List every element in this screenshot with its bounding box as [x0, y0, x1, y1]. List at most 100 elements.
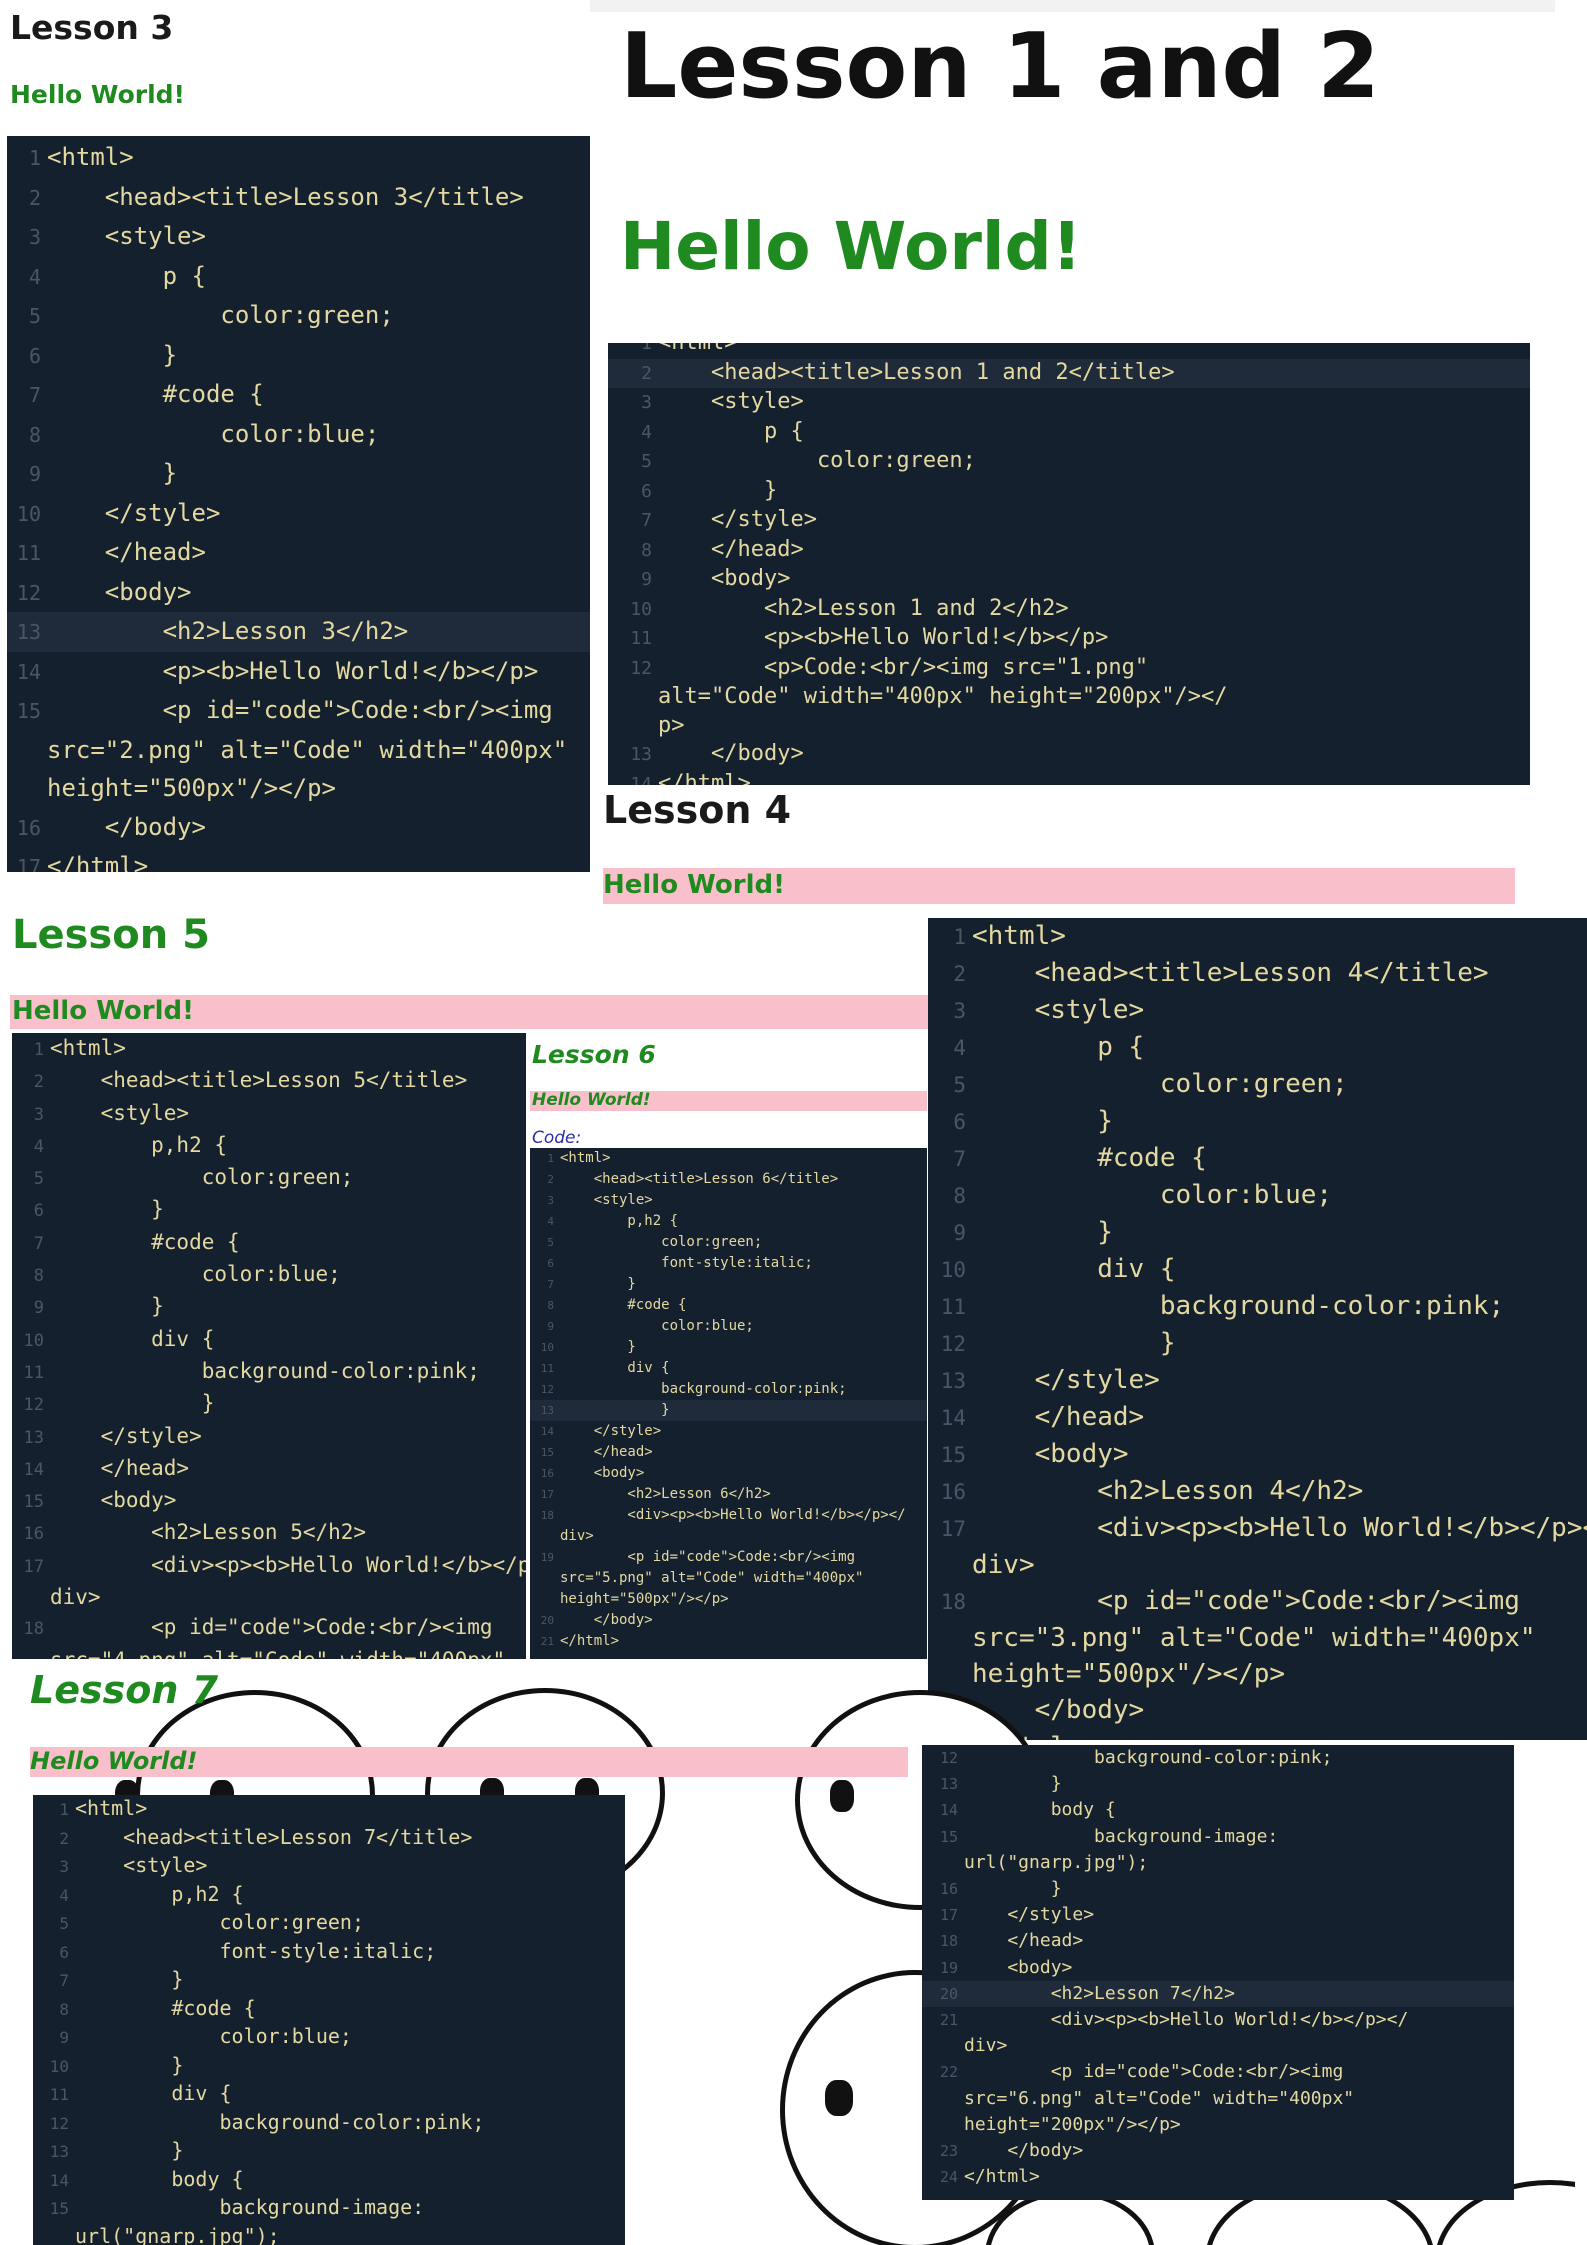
- code-line: 17 </style>: [922, 1902, 1514, 1928]
- code-line: 18 <p id="code">Code:<br/><img: [12, 1612, 526, 1644]
- line-number: 20: [939, 1984, 958, 2003]
- line-number: 2: [28, 185, 41, 210]
- code-text: color:blue;: [560, 1318, 754, 1334]
- code-text: div>: [50, 1585, 101, 1610]
- code-line: 4 p {: [7, 257, 590, 297]
- code-text: </html>: [658, 770, 751, 786]
- code-line: 4 p {: [928, 1029, 1587, 1066]
- code-text: <p id="code">Code:<br/><img: [50, 1615, 493, 1640]
- line-number: 14: [939, 1801, 958, 1820]
- lesson7-hello-world: Hello World!: [30, 1747, 198, 1775]
- code-line: 12 background-color:pink;: [530, 1379, 927, 1400]
- code-text: color:blue;: [75, 2024, 352, 2048]
- code-line: 13 </style>: [12, 1421, 526, 1453]
- code-text: <body>: [560, 1465, 645, 1481]
- code-text: </body>: [47, 812, 206, 841]
- code-line: 15 </head>: [530, 1442, 927, 1463]
- code-line: 16 </body>: [7, 808, 590, 848]
- code-line: 13 }: [922, 1771, 1514, 1797]
- code-line: 11 <p><b>Hello World!</b></p>: [608, 624, 1530, 654]
- line-number: 10: [540, 1341, 554, 1354]
- code-text: <div><p><b>Hello World!</b></p></: [972, 1513, 1587, 1543]
- line-number: 10: [16, 501, 41, 526]
- code-text: <html>: [47, 143, 134, 171]
- code-line: height="500px"/></p>: [530, 1589, 927, 1610]
- code-text: }: [75, 2138, 184, 2162]
- code-text: color:blue;: [972, 1180, 1333, 1210]
- code-text: <style>: [47, 222, 206, 250]
- line-number: 14: [630, 773, 652, 786]
- code-line: 16 <h2>Lesson 5</h2>: [12, 1517, 526, 1549]
- line-number: 14: [940, 1406, 966, 1430]
- lesson3-hello-world: Hello World!: [10, 80, 185, 109]
- code-text: color:green;: [658, 448, 976, 473]
- code-text: p {: [972, 1032, 1145, 1062]
- code-line: 10 </style>: [7, 494, 590, 534]
- line-number: 21: [939, 2011, 958, 2030]
- line-number: 16: [23, 1524, 44, 1545]
- code-text: <body>: [50, 1488, 177, 1513]
- code-line: 15 background-image:: [922, 1824, 1514, 1850]
- code-text: div>: [972, 1550, 1035, 1580]
- code-line: 7 #code {: [928, 1140, 1587, 1177]
- code-text: </html>: [964, 2166, 1040, 2188]
- code-text: }: [47, 459, 178, 487]
- line-number: 4: [33, 1136, 44, 1157]
- lesson12-header-strip: [590, 0, 1555, 12]
- code-line: div>: [530, 1526, 927, 1547]
- code-text: p,h2 {: [50, 1132, 228, 1157]
- code-text: <p id="code">Code:<br/><img: [560, 1549, 856, 1565]
- code-line: 8 </head>: [608, 536, 1530, 566]
- code-line: 21 </html>: [530, 1631, 927, 1652]
- code-line: 9 <body>: [608, 565, 1530, 595]
- code-text: src="3.png" alt="Code" width="400px": [972, 1623, 1536, 1653]
- code-text: body {: [75, 2166, 244, 2191]
- code-line: 3 <style>: [608, 388, 1530, 418]
- line-number: 16: [940, 1480, 966, 1504]
- code-text: </body>: [964, 2140, 1084, 2162]
- code-text: background-image:: [75, 2195, 425, 2219]
- code-text: <style>: [50, 1100, 190, 1125]
- line-number: 24: [939, 2168, 958, 2187]
- line-number: 3: [59, 1857, 69, 1876]
- line-number: 3: [547, 1194, 554, 1207]
- code-line: 7 </style>: [608, 506, 1530, 536]
- code-text: src="2.png" alt="Code" width="400px": [47, 735, 568, 764]
- code-text: p,h2 {: [560, 1213, 679, 1229]
- lesson6-title: Lesson 6: [532, 1040, 656, 1069]
- code-line: 2 <head><title>Lesson 5</title>: [12, 1065, 526, 1097]
- code-line: 14 </style>: [530, 1421, 927, 1442]
- code-line: 10 div {: [928, 1251, 1587, 1288]
- line-number: 23: [939, 2142, 958, 2161]
- line-number: 16: [540, 1467, 554, 1480]
- line-number: 1: [547, 1152, 554, 1165]
- code-line: 6 }: [608, 477, 1530, 507]
- line-number: 17: [940, 1517, 966, 1541]
- code-text: <h2>Lesson 6</h2>: [560, 1486, 771, 1502]
- code-line: div>: [922, 2033, 1514, 2059]
- code-line: 18 <div><p><b>Hello World!</b></p></: [530, 1505, 927, 1526]
- code-text: }: [964, 1773, 1062, 1795]
- line-number: 12: [630, 657, 652, 679]
- code-text: p {: [658, 418, 804, 444]
- code-line: 1 <html>: [608, 343, 1530, 359]
- code-line: 14 </head>: [928, 1399, 1587, 1436]
- code-line: 4 p,h2 {: [530, 1211, 927, 1232]
- code-text: font-style:italic;: [560, 1255, 813, 1271]
- code-text: }: [50, 1197, 164, 1222]
- line-number: 18: [939, 1932, 958, 1951]
- code-line: 3 <style>: [530, 1190, 927, 1211]
- code-text: </head>: [972, 1402, 1145, 1432]
- code-text: <style>: [658, 389, 804, 414]
- line-number: 7: [33, 1233, 44, 1254]
- code-line: src="2.png" alt="Code" width="400px": [7, 731, 590, 770]
- line-number: 1: [953, 925, 966, 949]
- code-line: 14 <p><b>Hello World!</b></p>: [7, 652, 590, 692]
- line-number: 17: [16, 855, 41, 872]
- code-text: <h2>Lesson 1 and 2</h2>: [658, 595, 1069, 621]
- code-text: <body>: [47, 577, 192, 606]
- code-text: color:green;: [75, 1910, 364, 1934]
- code-text: alt="Code" width="400px" height="200px"/…: [658, 684, 1228, 709]
- code-text: font-style:italic;: [75, 1938, 437, 1963]
- code-line: 13 }: [530, 1400, 927, 1421]
